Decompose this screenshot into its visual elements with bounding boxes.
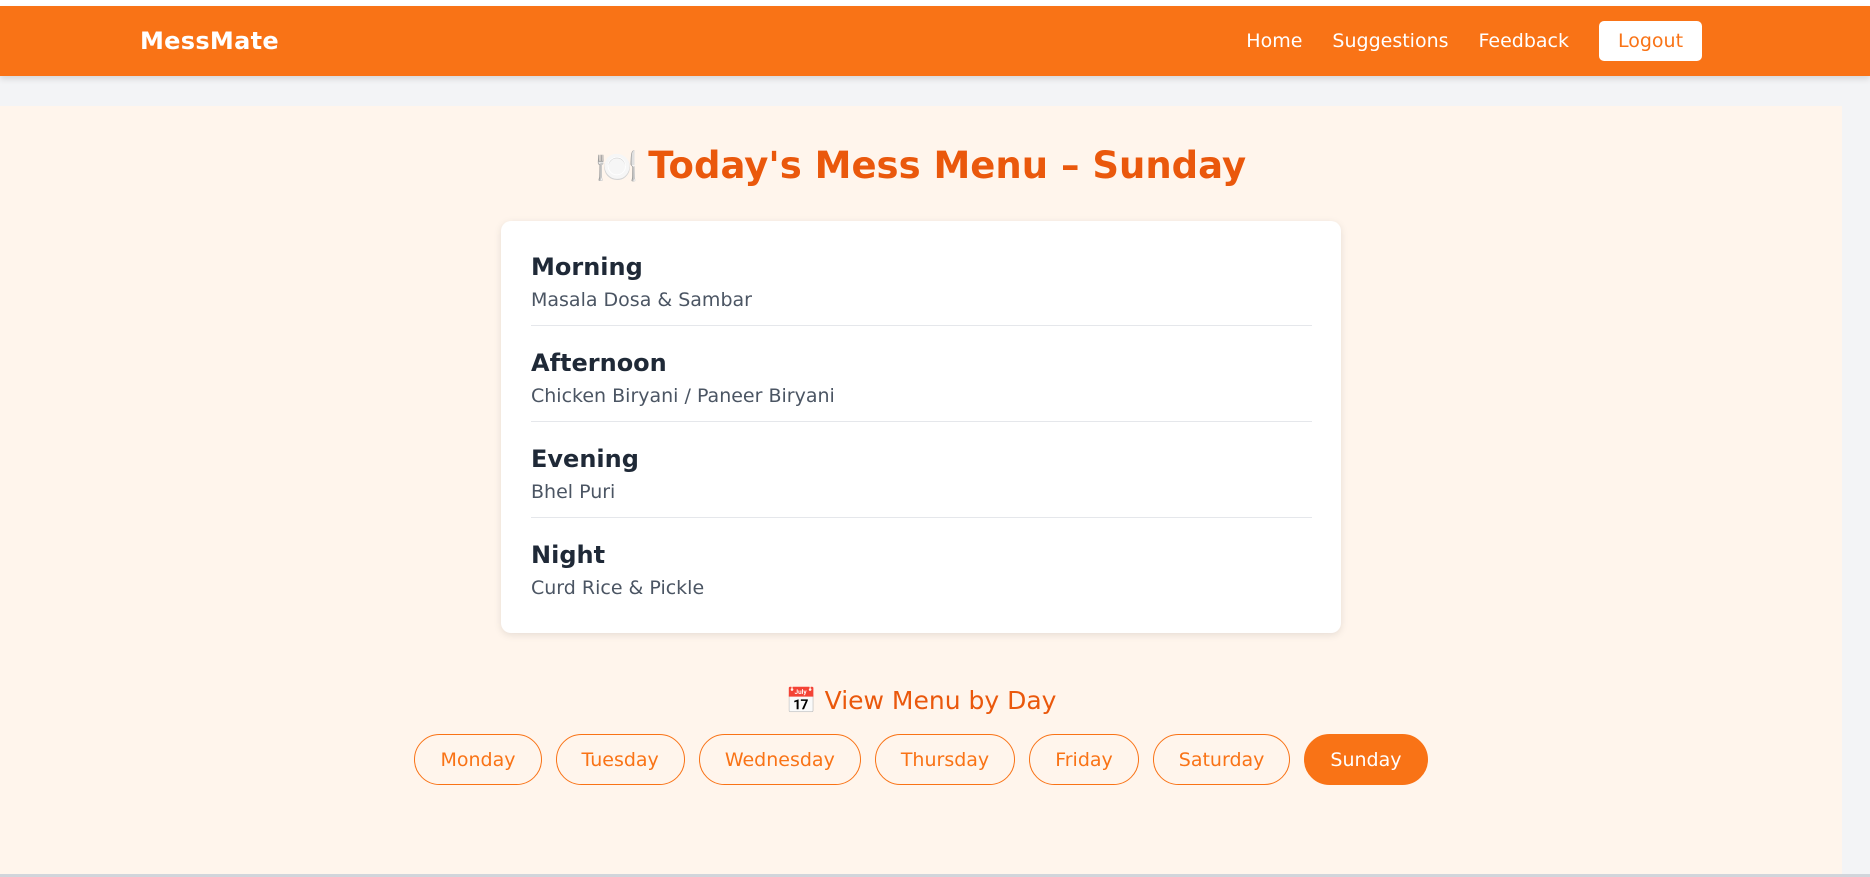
divider [531, 325, 1312, 326]
day-button-tuesday[interactable]: Tuesday [555, 734, 685, 785]
meal-evening: Evening Bhel Puri [531, 445, 1312, 503]
day-button-friday[interactable]: Friday [1029, 734, 1139, 785]
nav-link-suggestions[interactable]: Suggestions [1332, 30, 1448, 52]
meal-name: Afternoon [531, 349, 667, 377]
meal-afternoon: Afternoon Chicken Biryani / Paneer Birya… [531, 349, 1312, 407]
meal-items: Masala Dosa & Sambar [531, 289, 752, 311]
plate-cutlery-icon: 🍽️ [595, 147, 639, 187]
day-selector-heading: 📅 View Menu by Day [0, 686, 1842, 716]
day-button-monday[interactable]: Monday [414, 734, 542, 785]
day-button-wednesday[interactable]: Wednesday [698, 734, 861, 785]
main-content: 🍽️ Today's Mess Menu – Sunday Morning Mas… [0, 106, 1842, 874]
brand-logo[interactable]: MessMate [140, 6, 279, 76]
meal-items: Chicken Biryani / Paneer Biryani [531, 385, 835, 407]
meal-morning: Morning Masala Dosa & Sambar [531, 253, 1312, 311]
meal-items: Curd Rice & Pickle [531, 577, 705, 599]
meal-night: Night Curd Rice & Pickle [531, 541, 1312, 599]
day-button-thursday[interactable]: Thursday [874, 734, 1016, 785]
nav-links: Home Suggestions Feedback Logout [1216, 6, 1702, 76]
nav-link-home[interactable]: Home [1246, 30, 1302, 52]
calendar-icon: 📅 [785, 686, 817, 715]
meal-items: Bhel Puri [531, 481, 616, 503]
divider [531, 517, 1312, 518]
page-title-text: Today's Mess Menu – Sunday [648, 144, 1247, 187]
meal-name: Morning [531, 253, 643, 281]
meal-name: Night [531, 541, 606, 569]
page-title: 🍽️ Today's Mess Menu – Sunday [0, 144, 1842, 187]
meal-name: Evening [531, 445, 639, 473]
page-gutter [1842, 106, 1870, 877]
nav-link-feedback[interactable]: Feedback [1479, 30, 1569, 52]
day-buttons: Monday Tuesday Wednesday Thursday Friday… [0, 734, 1842, 785]
day-button-saturday[interactable]: Saturday [1152, 734, 1291, 785]
menu-card: Morning Masala Dosa & Sambar Afternoon C… [501, 221, 1341, 633]
page-gap [0, 76, 1870, 106]
day-button-sunday[interactable]: Sunday [1304, 734, 1428, 785]
navbar: MessMate Home Suggestions Feedback Logou… [0, 6, 1870, 76]
day-selector-heading-text: View Menu by Day [824, 686, 1057, 715]
logout-button[interactable]: Logout [1599, 21, 1702, 61]
divider [531, 421, 1312, 422]
